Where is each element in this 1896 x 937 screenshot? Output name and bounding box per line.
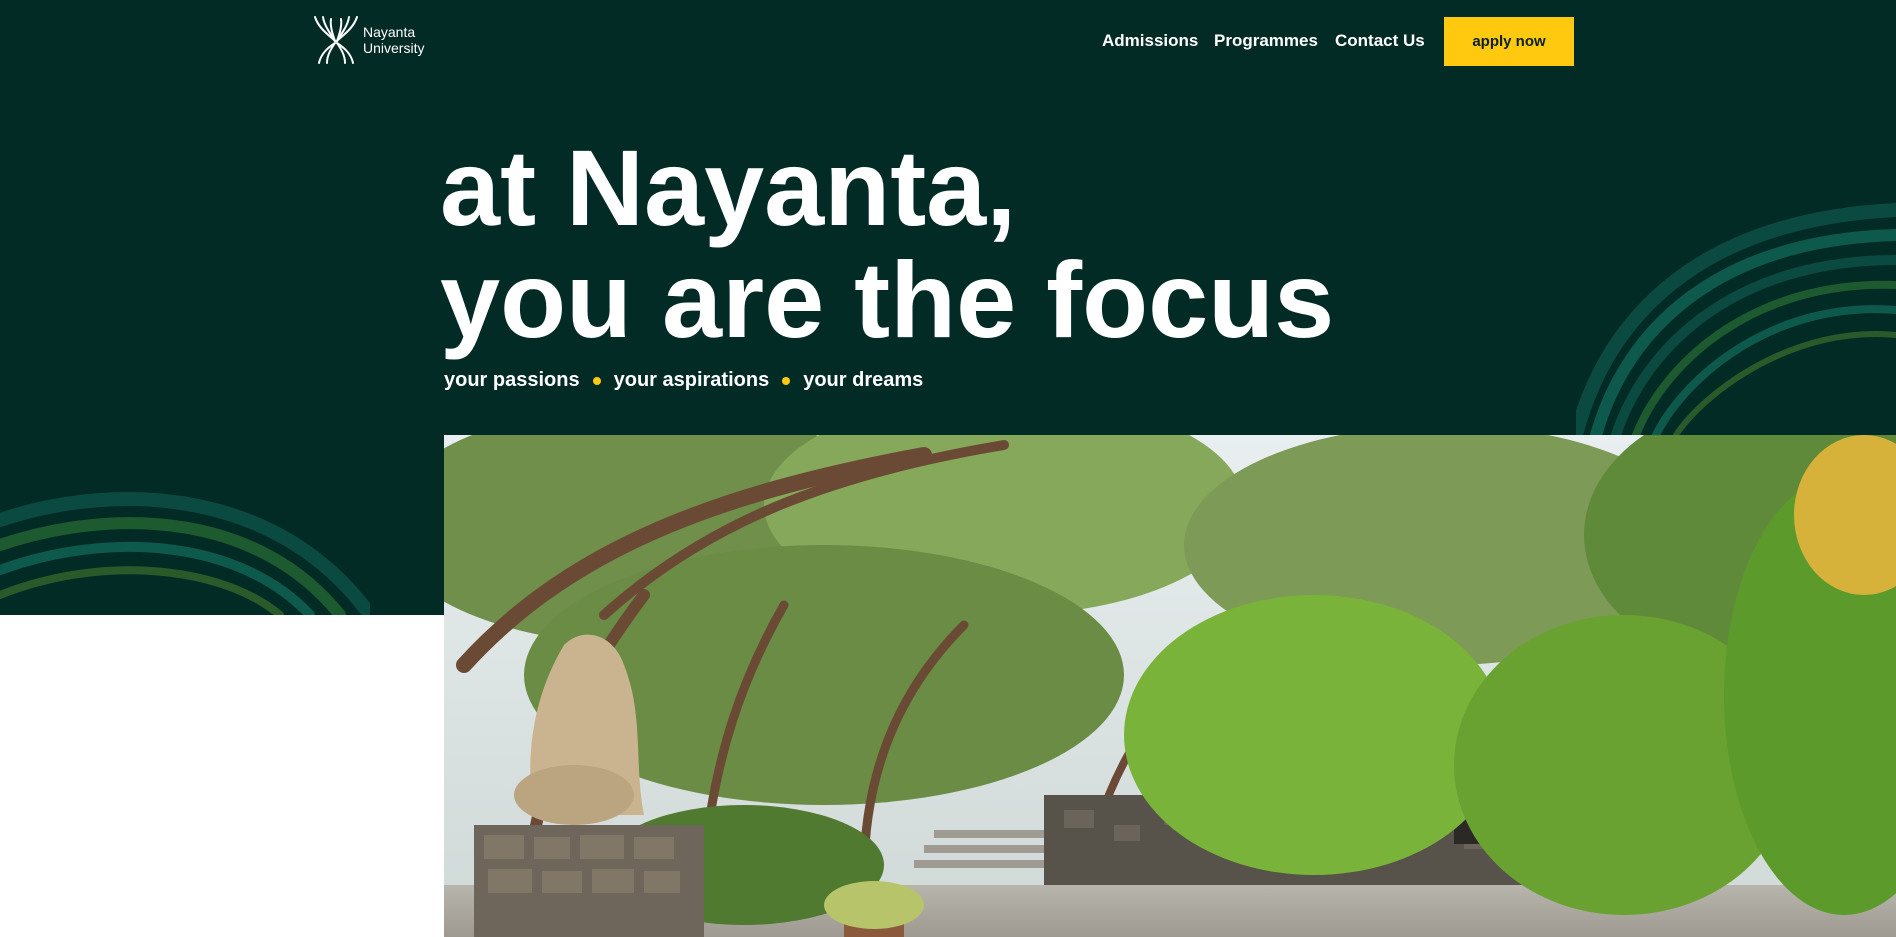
campus-garden-photo <box>444 435 1896 937</box>
nav-link-admissions[interactable]: Admissions <box>1102 31 1198 51</box>
butterfly-lines-logo-icon <box>314 16 358 64</box>
tagline-item-aspirations: your aspirations <box>613 369 770 391</box>
logo-name-line1: Nayanta <box>363 24 416 40</box>
logo-wordmark: Nayanta University <box>363 24 424 56</box>
leaf-decoration-left <box>0 492 370 615</box>
hero-tagline: your passions your aspirations your drea… <box>444 369 923 392</box>
nav-link-contact-us[interactable]: Contact Us <box>1335 31 1425 51</box>
hero-headline: at Nayanta, you are the focus <box>440 132 1334 356</box>
leaf-decoration-right <box>1576 203 1896 435</box>
logo-name-line2: University <box>363 40 425 56</box>
headline-line-1: at Nayanta, <box>440 127 1017 248</box>
bullet-dot-icon <box>592 376 601 385</box>
tagline-item-dreams: your dreams <box>803 369 924 391</box>
tagline-item-passions: your passions <box>444 369 580 391</box>
university-logo[interactable]: Nayanta University <box>313 15 424 65</box>
top-navigation: Nayanta University Admissions Programmes… <box>0 0 1896 84</box>
apply-now-button[interactable]: apply now <box>1444 17 1574 66</box>
nav-link-programmes[interactable]: Programmes <box>1214 31 1318 51</box>
headline-line-2: you are the focus <box>440 239 1335 360</box>
bullet-dot-icon <box>782 376 791 385</box>
